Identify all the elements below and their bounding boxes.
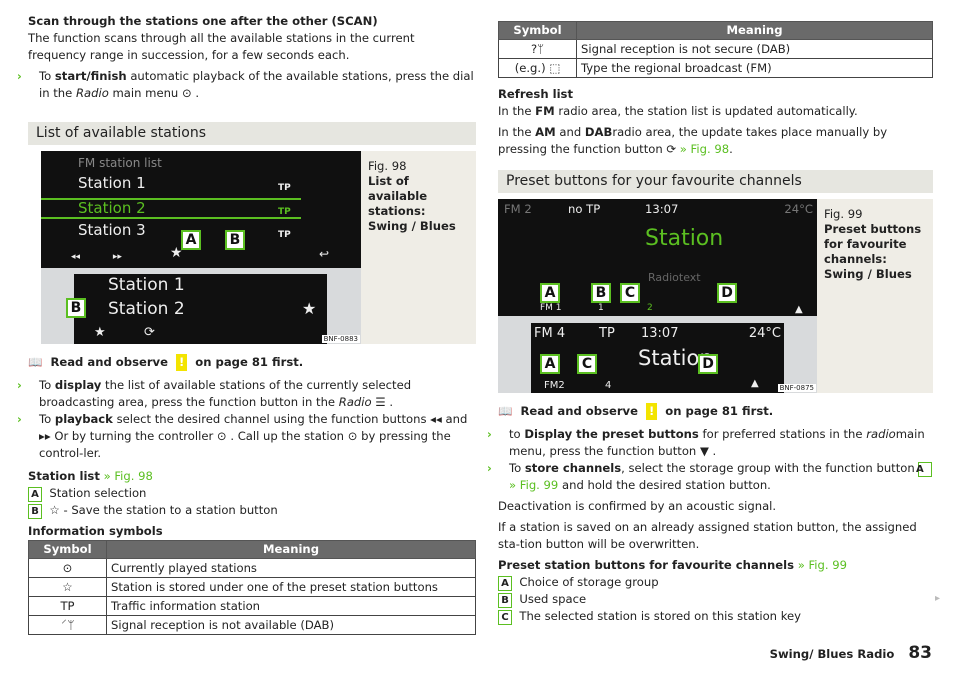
table-row: ?ᛘ Signal reception is not secure (DAB) [498,39,933,59]
temperature: 24°C [784,202,813,216]
label-d: D [698,354,718,374]
radiotext: Radiotext [648,271,701,284]
preset: 2 [647,303,653,313]
table-row: (e.g.) ⬚ Type the regional broadcast (FM) [498,58,933,78]
display-preset-bullet: › to Display the preset buttons for prefe… [487,427,925,458]
station-row: Station 1 [108,275,185,295]
tp-tag: TP [278,230,291,240]
band: FM 2 [504,202,532,216]
preset-heading: Preset station buttons for favourite cha… [498,558,847,572]
read-note: 📖 Read and observe! on page 81 first. [28,354,304,371]
page-number: 83 [908,643,932,663]
station-row: Station 1 [78,174,146,192]
label-b: B [591,283,611,303]
refresh-am-dab: In the AM and DABradio area, the update … [498,125,888,156]
group: FM 1 [540,303,562,313]
station-row: Station 3 [78,221,146,239]
label-d: D [717,283,737,303]
label-c: C [620,283,640,303]
store-bullet: › To store channels, select the storage g… [487,460,933,494]
tp-status: no TP [568,202,601,216]
figure-99: FM 2 no TP 13:07 24°C Station Radiotext … [498,199,933,393]
figure-98-image: FM station list Station 1 Station 2 Stat… [41,151,361,344]
display-bullet: › To display the list of available statio… [17,378,412,409]
scan-text: The function scans through all the avail… [28,31,415,62]
label-b: B [225,230,245,250]
scan-bullet: › To start/finish automatic playback of t… [17,69,474,100]
legend-item: B Used space [498,591,933,608]
section-heading: List of available stations [28,122,476,145]
table-row: ⊙ Currently played stations [28,558,476,578]
station-list-heading: Station list » Fig. 98 [28,469,153,483]
up-arrow-icon: ▲ [795,304,803,315]
label-b: B [66,298,86,318]
seek-icons: ◂◂ ▸▸ [71,252,122,262]
chapter-title: Swing/ Blues Radio [769,647,895,661]
table-row: ⸍ᛘ Signal reception is not available (DAB… [28,615,476,635]
book-icon: 📖 [498,404,513,418]
refresh-fm: In the FM radio area, the station list i… [498,104,858,118]
figure-98-caption: Fig. 98 List of available stations: Swing… [361,151,476,344]
symbols-table: Symbol Meaning ⊙ Currently played stations… [28,540,476,635]
star-icon: ★ [94,325,106,340]
table-row: TP Traffic information station [28,596,476,616]
up-arrow-icon: ▲ [751,378,759,389]
fig-header: FM station list [78,156,162,170]
scan-title: Scan through the stations one after the … [28,14,378,28]
label-c: C [577,354,597,374]
label-a: A [181,230,201,250]
label-a: A [540,354,560,374]
section-heading: Preset buttons for your favourite channe… [498,170,933,193]
label-a: A [540,283,560,303]
clock: 13:07 [641,326,679,341]
figure-code: BNF-0875 [777,384,816,392]
warning-icon: ! [645,403,658,420]
figure-98: FM station list Station 1 Station 2 Stat… [28,151,476,344]
fig-link[interactable]: » Fig. 99 [509,478,558,492]
station-row: Station 2 [108,299,185,319]
preset: 4 [605,380,612,391]
playback-bullet: › To playback select the desired channel … [17,412,468,460]
legend-item: C The selected station is stored on this… [498,608,933,625]
group: FM2 [544,380,565,391]
temperature: 24°C [748,326,781,341]
symbols-table-continued: Symbol Meaning ?ᛘ Signal reception is not … [498,21,933,78]
tp-tag: TP [278,183,291,193]
right-column: Symbol Meaning ?ᛘ Signal reception is not … [487,0,933,625]
legend-item: A Station selection [28,485,476,502]
fig-link[interactable]: » Fig. 98 [104,469,153,483]
legend-item: B ☆ - Save the station to a station butt… [28,502,476,519]
clock: 13:07 [645,202,679,216]
fig-link[interactable]: » Fig. 99 [798,558,847,572]
left-column: Scan through the stations one after the … [17,0,476,635]
overwrite-text: If a station is saved on an already assi… [498,520,917,551]
figure-99-image: FM 2 no TP 13:07 24°C Station Radiotext … [498,199,817,393]
star-icon: ★ [302,299,317,318]
continue-arrow-icon: ▸ [935,593,941,604]
station-row-active: Station 2 [41,198,301,219]
info-title: Information symbols [28,524,163,538]
table-row: ☆ Station is stored under one of the pres… [28,577,476,597]
footer: Swing/ Blues Radio 83 [770,645,932,663]
figure-99-caption: Fig. 99 Preset buttons for favourite chan… [817,199,933,393]
legend-item: A Choice of storage group [498,574,933,591]
warning-icon: ! [175,354,188,371]
read-note: 📖 Read and observe! on page 81 first. [498,403,774,420]
band: FM 4 [534,326,566,341]
preset: 1 [598,303,604,313]
back-icon: ↩ [319,247,330,261]
station-name: Station [645,226,724,251]
tp-tag: TP [278,207,291,217]
deactivation-text: Deactivation is confirmed by an acoustic… [498,499,777,513]
fig-link[interactable]: » Fig. 98 [680,142,729,156]
refresh-icon: ⟳ [144,325,155,340]
book-icon: 📖 [28,355,43,369]
refresh-title: Refresh list [498,87,573,101]
scan-section: Scan through the stations one after the … [17,13,476,102]
figure-code: BNF-0883 [321,335,360,343]
tp-status: TP [599,326,615,341]
